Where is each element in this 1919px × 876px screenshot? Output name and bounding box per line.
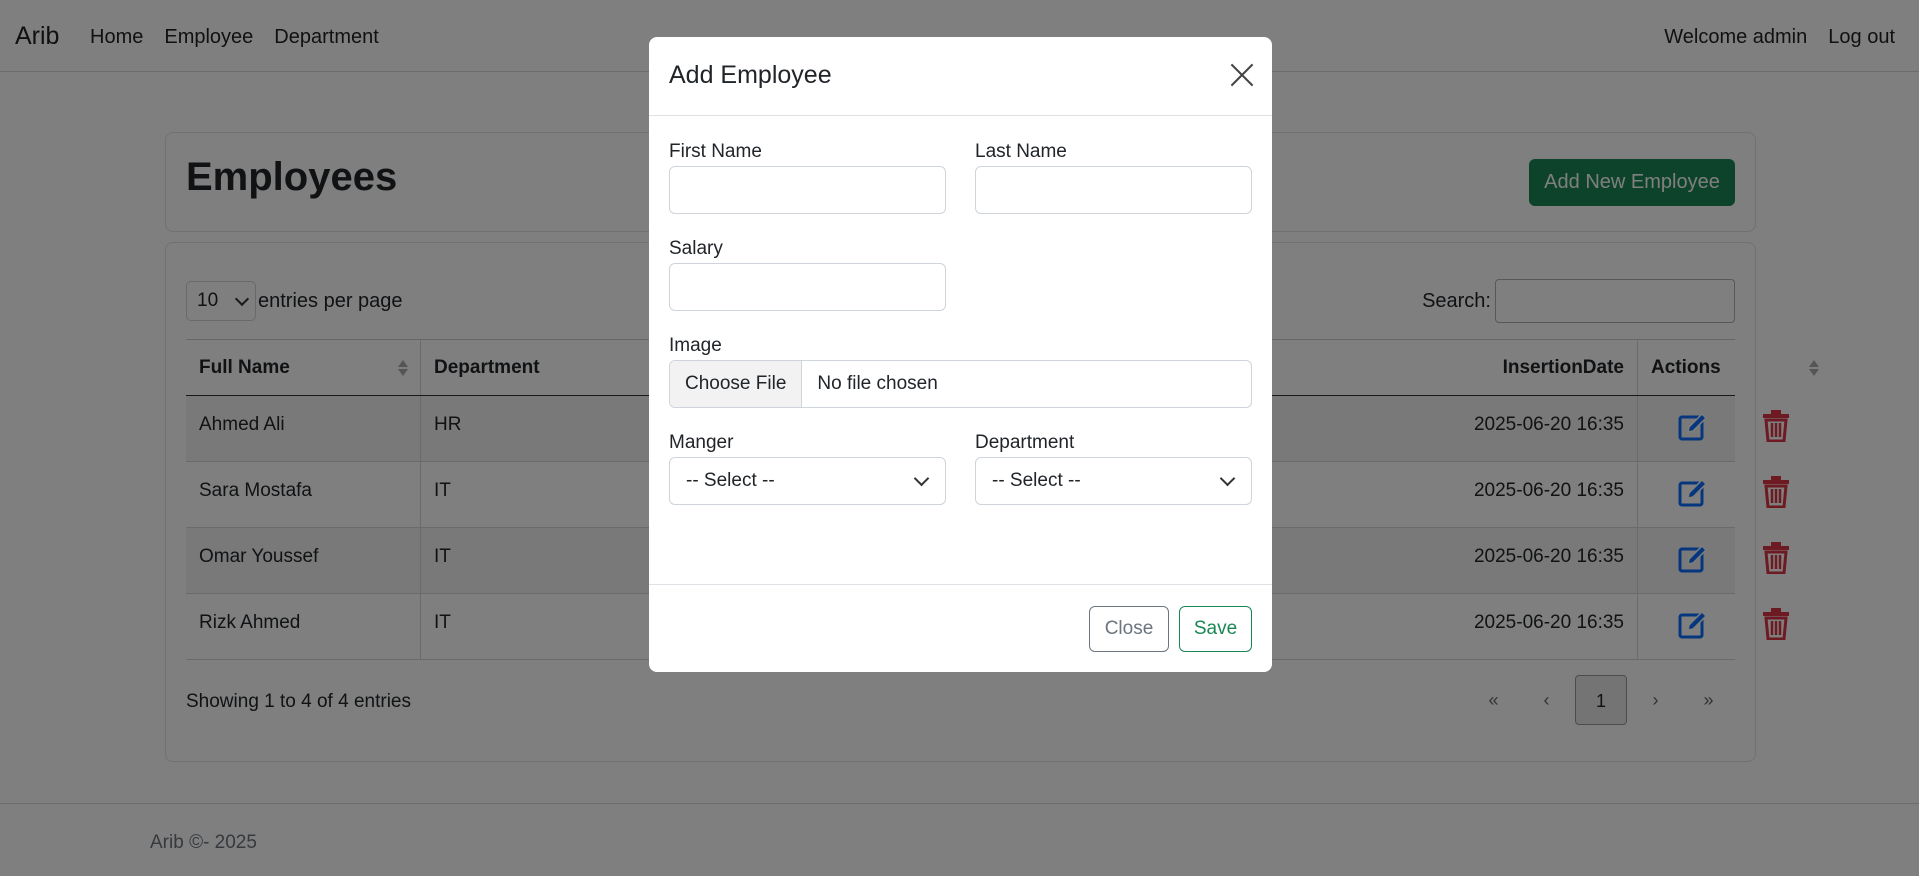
department-label: Department bbox=[975, 432, 1075, 453]
close-button[interactable]: Close bbox=[1089, 606, 1169, 652]
choose-file-button[interactable]: Choose File bbox=[670, 361, 803, 407]
last-name-input[interactable] bbox=[975, 166, 1252, 214]
first-name-input[interactable] bbox=[669, 166, 946, 214]
image-label: Image bbox=[669, 335, 722, 356]
modal-title: Add Employee bbox=[669, 61, 832, 89]
save-button[interactable]: Save bbox=[1179, 606, 1252, 652]
salary-label: Salary bbox=[669, 238, 723, 259]
manager-select-value: -- Select -- bbox=[686, 470, 775, 491]
department-select[interactable]: -- Select -- bbox=[975, 457, 1252, 505]
last-name-label: Last Name bbox=[975, 141, 1067, 162]
image-file-input[interactable]: Choose File No file chosen bbox=[669, 360, 1252, 408]
modal-header: Add Employee bbox=[649, 37, 1272, 116]
chevron-down-icon bbox=[1219, 470, 1236, 487]
manager-select[interactable]: -- Select -- bbox=[669, 457, 946, 505]
salary-input[interactable] bbox=[669, 263, 946, 311]
department-select-value: -- Select -- bbox=[992, 470, 1081, 491]
first-name-label: First Name bbox=[669, 141, 762, 162]
file-status: No file chosen bbox=[817, 373, 938, 394]
modal-footer: Close Save bbox=[649, 584, 1272, 672]
close-icon[interactable] bbox=[1230, 63, 1254, 87]
chevron-down-icon bbox=[913, 470, 930, 487]
manager-label: Manger bbox=[669, 432, 734, 453]
add-employee-modal: Add Employee First Name Last Name Salary… bbox=[649, 37, 1272, 672]
